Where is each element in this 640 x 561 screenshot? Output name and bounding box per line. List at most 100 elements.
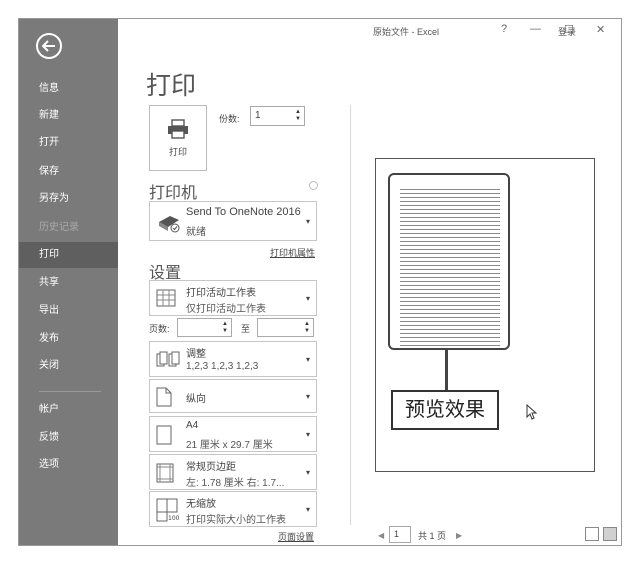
pages-to-label: 至 — [241, 324, 251, 334]
previous-page-arrow-icon[interactable]: ◀ — [378, 531, 384, 540]
chevron-down-icon: ▾ — [305, 392, 310, 401]
sidebar-item-publish[interactable]: 发布 — [19, 326, 118, 352]
page-number-input[interactable]: 1 — [389, 526, 411, 543]
pages-to-input[interactable]: ▲ ▼ — [257, 318, 314, 337]
thumbnail-row-line — [400, 345, 500, 346]
printer-name: Send To OneNote 2016 — [186, 206, 301, 218]
preview-sheet-thumbnail — [388, 173, 510, 350]
orientation-dropdown[interactable]: 纵向 ▾ — [149, 379, 317, 413]
thumbnail-row-line — [400, 249, 500, 250]
thumbnail-row-line — [400, 281, 500, 282]
printer-heading: 打印机 — [149, 185, 198, 202]
thumbnail-row-line — [400, 317, 500, 318]
pages-label: 页数: — [149, 324, 170, 334]
collate-dropdown[interactable]: 调整 1,2,3 1,2,3 1,2,3 ▾ — [149, 341, 317, 377]
sidebar-divider — [39, 391, 101, 392]
thumbnail-row-line — [400, 201, 500, 202]
chevron-down-icon: ▾ — [305, 430, 310, 439]
thumbnail-row-line — [400, 257, 500, 258]
svg-text:100: 100 — [168, 515, 180, 522]
worksheet-icon — [156, 289, 176, 307]
copies-spinner[interactable]: ▲ ▼ — [295, 109, 301, 123]
paper-icon — [156, 425, 172, 445]
scaling-dropdown[interactable]: 100 无缩放 打印实际大小的工作表 ▾ — [149, 491, 317, 527]
thumbnail-row-line — [400, 325, 500, 326]
help-button[interactable]: ? — [501, 23, 507, 35]
paper-size-dropdown[interactable]: A4 21 厘米 x 29.7 厘米 ▾ — [149, 416, 317, 452]
sidebar-item-info[interactable]: 信息 — [19, 76, 118, 102]
sidebar-item-close[interactable]: 关闭 — [19, 353, 118, 379]
next-page-arrow-icon[interactable]: ▶ — [456, 531, 462, 540]
sidebar-item-options[interactable]: 选项 — [19, 452, 118, 478]
margins-dropdown[interactable]: 常规页边距 左: 1.78 厘米 右: 1.7... ▾ — [149, 454, 317, 490]
show-margins-icon[interactable] — [585, 527, 599, 541]
page-title: 打印 — [146, 72, 197, 100]
sidebar-item-feedback[interactable]: 反馈 — [19, 425, 118, 451]
thumbnail-row-line — [400, 321, 500, 322]
thumbnail-row-line — [400, 237, 500, 238]
copies-input[interactable]: 1 ▲ ▼ — [250, 106, 305, 126]
page-total: 共 1 页 — [418, 531, 447, 541]
printer-icon — [168, 118, 188, 139]
scaling-title: 无缩放 — [186, 499, 216, 510]
sidebar-item-export[interactable]: 导出 — [19, 298, 118, 324]
thumbnail-row-line — [400, 225, 500, 226]
info-icon[interactable] — [309, 181, 318, 190]
thumbnail-row-line — [400, 189, 500, 190]
printer-dropdown[interactable]: Send To OneNote 2016 就绪 ▾ — [149, 201, 317, 241]
page-setup-link[interactable]: 页面设置 — [278, 530, 314, 543]
thumbnail-row-line — [400, 221, 500, 222]
copies-label: 份数: — [219, 114, 240, 124]
close-button[interactable]: ✕ — [596, 23, 605, 36]
mouse-cursor-icon — [526, 404, 538, 420]
sidebar-item-print[interactable]: 打印 — [19, 242, 118, 268]
chevron-down-icon: ▾ — [305, 355, 310, 364]
maximize-button[interactable]: ☐ — [564, 23, 574, 36]
thumbnail-row-line — [400, 313, 500, 314]
sidebar-item-open[interactable]: 打开 — [19, 130, 118, 156]
collate-icon — [156, 351, 180, 367]
thumbnail-row-line — [400, 341, 500, 342]
paper-size-desc: 21 厘米 x 29.7 厘米 — [186, 440, 273, 451]
orientation-value: 纵向 — [186, 394, 206, 405]
print-button[interactable]: 打印 — [149, 105, 207, 171]
sidebar-item-save[interactable]: 保存 — [19, 159, 118, 185]
chevron-down-icon: ▾ — [305, 505, 310, 514]
sidebar-item-account[interactable]: 帐户 — [19, 397, 118, 423]
thumbnail-row-line — [400, 265, 500, 266]
portrait-page-icon — [156, 387, 172, 407]
sidebar-item-history[interactable]: 历史记录 — [19, 215, 118, 241]
thumbnail-row-line — [400, 261, 500, 262]
thumbnail-row-line — [400, 289, 500, 290]
collate-desc: 1,2,3 1,2,3 1,2,3 — [186, 361, 259, 372]
sidebar-item-share[interactable]: 共享 — [19, 270, 118, 296]
chevron-down-icon: ▾ — [305, 468, 310, 477]
scaling-desc: 打印实际大小的工作表 — [186, 515, 286, 526]
printer-properties-link[interactable]: 打印机属性 — [270, 246, 315, 259]
paper-size-title: A4 — [186, 420, 199, 431]
thumbnail-row-line — [400, 309, 500, 310]
thumbnail-row-line — [400, 285, 500, 286]
back-arrow-icon[interactable] — [36, 33, 62, 59]
minimize-button[interactable]: — — [530, 23, 541, 35]
thumbnail-row-line — [400, 297, 500, 298]
zoom-to-page-icon[interactable] — [603, 527, 617, 541]
thumbnail-row-line — [400, 213, 500, 214]
pages-to-spinner[interactable]: ▲ ▼ — [304, 321, 310, 335]
pages-from-spinner[interactable]: ▲ ▼ — [222, 321, 228, 335]
thumbnail-row-line — [400, 337, 500, 338]
margins-desc: 左: 1.78 厘米 右: 1.7... — [186, 478, 285, 489]
thumbnail-row-line — [400, 193, 500, 194]
print-scope-dropdown[interactable]: 打印活动工作表 仅打印活动工作表 ▾ — [149, 280, 317, 316]
copies-value: 1 — [255, 110, 261, 121]
title-bar: 原始文件 - Excel 登录 ? — ☐ ✕ — [118, 19, 621, 45]
printer-status: 就绪 — [186, 227, 206, 238]
sidebar-item-new[interactable]: 新建 — [19, 103, 118, 129]
callout-connector — [445, 350, 448, 390]
sidebar-item-save-as[interactable]: 另存为 — [19, 186, 118, 212]
backstage-sidebar: 信息 新建 打开 保存 另存为 历史记录 打印 共享 导出 发布 关闭 帐户 反… — [19, 19, 118, 545]
thumbnail-row-line — [400, 241, 500, 242]
pages-from-input[interactable]: ▲ ▼ — [177, 318, 232, 337]
thumbnail-row-line — [400, 229, 500, 230]
collate-title: 调整 — [186, 349, 206, 360]
